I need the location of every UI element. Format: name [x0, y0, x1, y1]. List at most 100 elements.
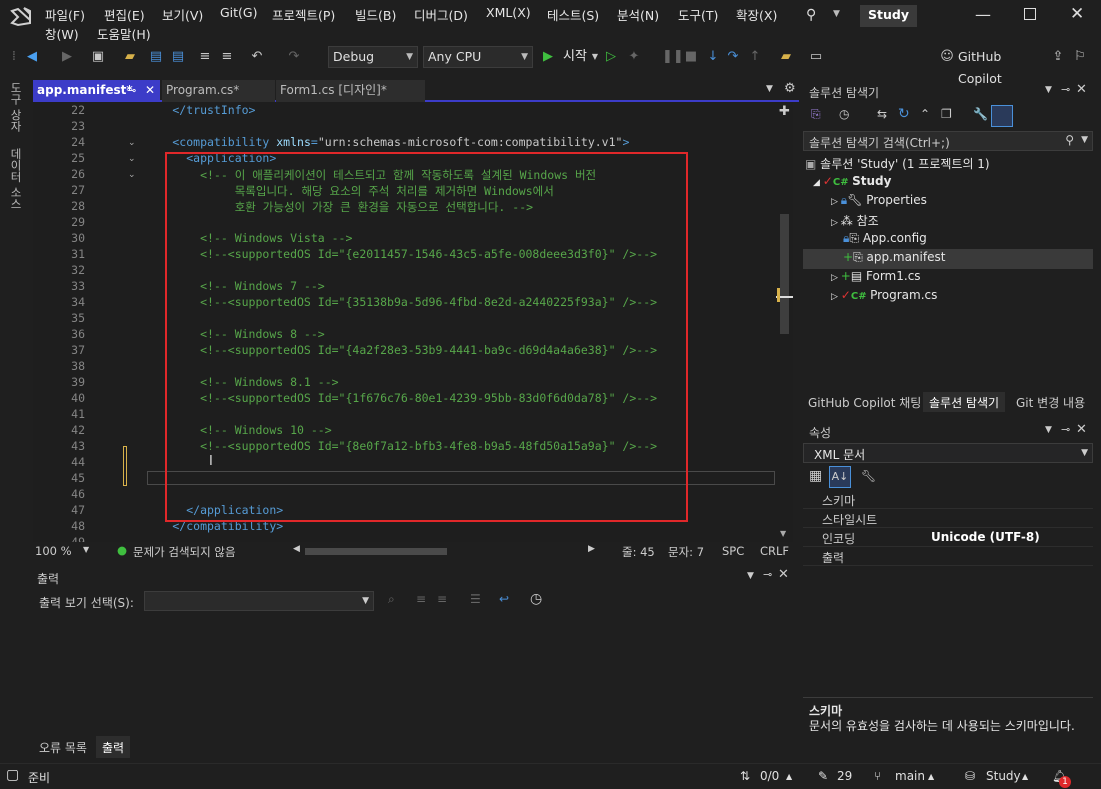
menu-test[interactable]: 테스트(S) [547, 5, 599, 24]
output-close-icon[interactable]: ✕ [778, 567, 789, 582]
fold-icon[interactable]: ⌄ [128, 154, 136, 164]
sol-close-icon[interactable]: ✕ [1076, 82, 1087, 97]
step-over-icon[interactable]: ↷ [726, 46, 740, 68]
clock-icon[interactable]: ◷ [530, 591, 542, 607]
hscroll-right-icon[interactable]: ▶ [588, 544, 595, 554]
stop-icon[interactable]: ■ [684, 46, 698, 68]
forward-icon[interactable]: ▶ [58, 46, 76, 68]
editor-vertical-scrollbar[interactable]: ✚ ▼ [776, 102, 793, 542]
tab-git-changes[interactable]: Git 변경 내용 [1016, 394, 1085, 411]
menu-extensions[interactable]: 확장(X) [736, 5, 777, 24]
collapse-all-icon[interactable]: ⌃ [920, 107, 930, 121]
repo-icon[interactable]: ⛁ [965, 769, 975, 783]
step-out-icon[interactable]: ↑ [748, 46, 762, 68]
menu-edit[interactable]: 편집(E) [104, 5, 145, 24]
pencil-icon[interactable]: ✎ [818, 769, 828, 783]
fold-icon[interactable]: ⌄ [128, 170, 136, 180]
split-icon[interactable]: ✚ [779, 104, 790, 119]
search-options-icon[interactable]: ▼ [1081, 135, 1088, 145]
collapsed-icon[interactable]: ▷ [831, 197, 841, 207]
expanded-icon[interactable]: ◢ [813, 178, 823, 188]
next-message-icon[interactable]: ≡ [437, 592, 447, 606]
sync-icon[interactable]: ⇆ [877, 107, 887, 121]
properties-object-dropdown[interactable]: XML 문서 ▼ [803, 443, 1093, 463]
output-window-icon[interactable]: ▢ [6, 767, 19, 783]
tree-item-form1[interactable]: ▷ +▤ Form1.cs [831, 269, 921, 283]
properties-wrench-icon[interactable]: 🔧 [973, 107, 988, 121]
save-all-icon[interactable]: ▤ [168, 46, 188, 68]
find-icon[interactable]: ⌕ [388, 592, 395, 607]
start-without-debug-icon[interactable]: ▷ [603, 46, 619, 68]
output-source-dropdown[interactable]: ▼ [144, 591, 374, 611]
tab-form1-design[interactable]: Form1.cs [디자인]* [276, 80, 425, 102]
indent-icon[interactable]: ≡ [196, 46, 214, 68]
pin-icon[interactable]: ⊸ [127, 80, 136, 101]
word-wrap-icon[interactable]: ↩ [499, 592, 509, 606]
menu-window[interactable]: 창(W) [45, 24, 79, 43]
redo-icon[interactable]: ↷ [285, 46, 303, 68]
prop-close-icon[interactable]: ✕ [1076, 422, 1087, 437]
collapsed-icon[interactable]: ▷ [831, 218, 841, 228]
scroll-down-icon[interactable]: ▼ [780, 529, 786, 538]
close-button[interactable]: ✕ [1070, 4, 1084, 24]
menu-analyze[interactable]: 분석(N) [617, 5, 659, 24]
repo-up-icon[interactable]: ▲ [1022, 772, 1028, 781]
line-ending[interactable]: CRLF [760, 544, 789, 558]
search-icon[interactable]: ⚲ [806, 7, 816, 23]
tab-error-list[interactable]: 오류 목록 [39, 739, 87, 756]
search-icon[interactable]: ⚲ [1065, 133, 1074, 147]
back-icon[interactable]: ◀ [22, 46, 42, 68]
hscroll-left-icon[interactable]: ◀ [293, 544, 300, 554]
branch-icon[interactable]: ⑂ [874, 769, 881, 783]
refresh-icon[interactable]: ↻ [898, 106, 910, 122]
menu-tools[interactable]: 도구(T) [678, 5, 718, 24]
tab-copilot-chat[interactable]: GitHub Copilot 채팅 [808, 394, 921, 411]
sol-menu-icon[interactable]: ▼ [1045, 85, 1052, 95]
project-node[interactable]: ◢ ✓C# Study [813, 174, 891, 188]
sol-pin-icon[interactable]: ⊸ [1061, 83, 1070, 96]
feedback-icon[interactable]: ⚐ [1072, 46, 1088, 68]
share-icon[interactable]: ⇪ [1050, 46, 1066, 68]
collapsed-icon[interactable]: ▷ [831, 273, 841, 283]
whitespace-mode[interactable]: SPC [722, 544, 744, 558]
outdent-icon[interactable]: ≡ [218, 46, 236, 68]
pause-icon[interactable]: ❚❚ [662, 46, 684, 68]
preview-icon[interactable] [991, 105, 1013, 127]
output-pin-icon[interactable]: ⊸ [763, 568, 772, 581]
menu-view[interactable]: 보기(V) [162, 5, 203, 24]
code-line[interactable]: </trustInfo> [117, 103, 255, 117]
maximize-button[interactable] [1024, 8, 1036, 20]
code-line[interactable]: <compatibility xmlns="urn:schemas-micros… [117, 135, 629, 149]
prop-pin-icon[interactable]: ⊸ [1061, 423, 1070, 436]
open-folder-icon[interactable]: ▰ [120, 46, 140, 68]
property-row[interactable]: 스타일시트 [803, 509, 1093, 528]
edit-count[interactable]: 29 [837, 769, 852, 783]
property-row[interactable]: 인코딩 Unicode (UTF-8) [803, 528, 1093, 547]
property-row[interactable]: 스키마 [803, 490, 1093, 509]
menu-file[interactable]: 파일(F) [45, 5, 85, 24]
platform-dropdown[interactable]: Any CPU ▼ [423, 46, 533, 68]
menu-help[interactable]: 도움말(H) [97, 24, 151, 43]
tab-settings-icon[interactable]: ⚙ [784, 81, 796, 96]
menu-git[interactable]: Git(G) [220, 5, 258, 20]
pending-changes-icon[interactable]: ◷ [839, 107, 849, 121]
tree-item-references[interactable]: ▷ ⁂ 참조 [831, 212, 879, 229]
tab-solution-explorer[interactable]: 솔루션 탐색기 [923, 392, 1006, 412]
property-pages-icon[interactable]: 🔧︎ [861, 469, 876, 483]
branch-up-icon[interactable]: ▲ [928, 772, 934, 781]
show-all-files-icon[interactable]: ❐ [941, 107, 952, 121]
solution-node[interactable]: ▣ 솔루션 'Study' (1 프로젝트의 1) [805, 155, 990, 172]
step-into-icon[interactable]: ↓ [706, 46, 720, 68]
repo-name[interactable]: Study [986, 769, 1021, 783]
tab-output[interactable]: 출력 [96, 736, 131, 758]
categorized-icon[interactable]: ▦ [809, 468, 822, 484]
config-dropdown[interactable]: Debug ▼ [328, 46, 418, 68]
menu-debug[interactable]: 디버그(D) [414, 5, 468, 24]
zoom-dropdown-icon[interactable]: ▼ [83, 545, 89, 554]
horizontal-scroll-thumb[interactable] [305, 548, 447, 555]
property-row[interactable]: 출력 [803, 547, 1093, 566]
changes-up-icon[interactable]: ▲ [786, 772, 792, 781]
pending-changes-count[interactable]: 0/0 [760, 769, 779, 783]
alphabetical-icon[interactable]: A↓ [829, 466, 851, 488]
scroll-thumb[interactable] [780, 214, 789, 334]
